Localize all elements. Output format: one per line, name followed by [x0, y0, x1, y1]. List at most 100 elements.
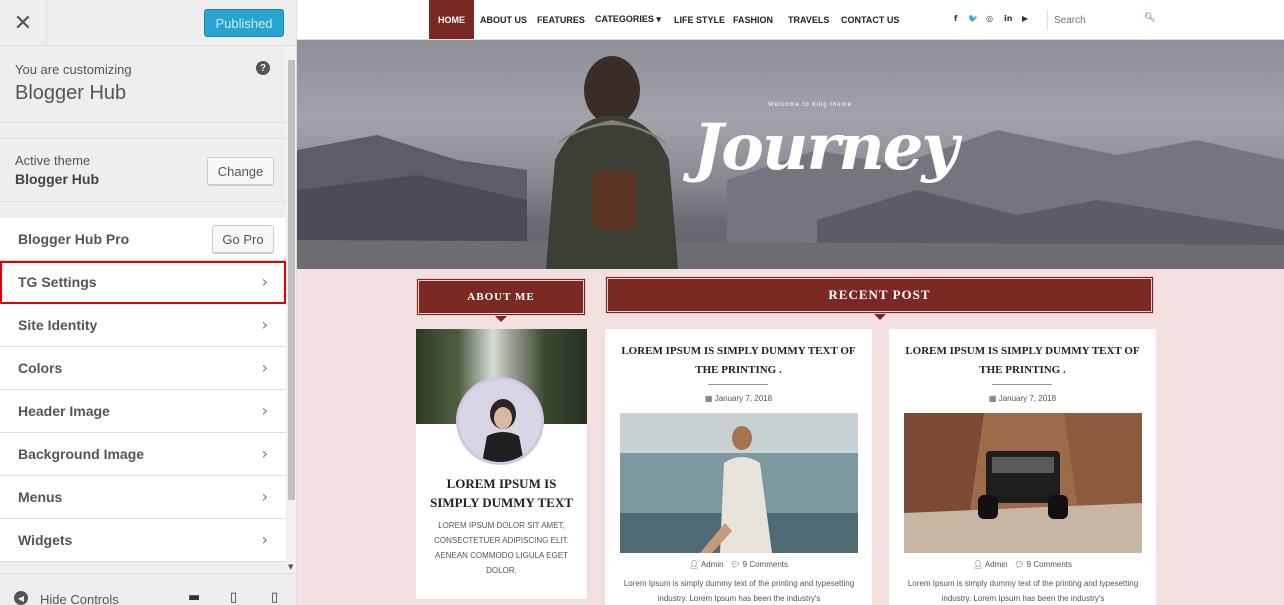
section-header-image[interactable]: Header Image › [0, 390, 286, 433]
facebook-icon[interactable]: f [954, 14, 957, 23]
hero-tagline: Welcome to blog theme [768, 102, 852, 108]
customizer-sections: Blogger Hub Pro Go Pro TG Settings › Sit… [0, 218, 286, 562]
sidebar-scrollbar[interactable]: ▼ [286, 46, 296, 573]
comments-icon: 💬︎ [730, 560, 743, 569]
desktop-preview-icon[interactable]: ▬ [188, 590, 204, 605]
post-comments[interactable]: 9 Comments [1027, 560, 1072, 569]
chevron-right-icon: › [261, 358, 268, 377]
go-pro-button[interactable]: Go Pro [212, 225, 274, 253]
section-label: Colors [18, 360, 63, 376]
twitter-icon[interactable]: 🐦 [968, 14, 978, 23]
nav-about-us[interactable]: ABOUT US [480, 0, 527, 39]
section-site-identity[interactable]: Site Identity › [0, 304, 286, 347]
divider [708, 384, 768, 385]
post-author[interactable]: Admin [701, 560, 724, 569]
post-date: ▦ January 7, 2018 [605, 394, 872, 403]
active-theme-label: Active theme [15, 153, 91, 168]
site-preview: HOME ABOUT US FEATURES CATEGORIES ▾ LIFE… [297, 0, 1284, 605]
section-label: TG Settings [18, 274, 97, 290]
post-meta: 👤︎ Admin 💬︎ 9 Comments [605, 560, 872, 569]
hero-banner: Welcome to blog theme Journey [297, 40, 1284, 269]
sidebar-header: ✕ Published [0, 0, 296, 46]
site-navigation: HOME ABOUT US FEATURES CATEGORIES ▾ LIFE… [297, 0, 1284, 40]
linkedin-icon[interactable]: in [1004, 14, 1012, 23]
nav-fashion[interactable]: FASHION [733, 0, 773, 39]
active-theme-name: Blogger Hub [15, 171, 99, 187]
post-title[interactable]: LOREM IPSUM IS SIMPLY DUMMY TEXT OF THE … [899, 342, 1146, 380]
active-theme-section: Active theme Blogger Hub Change [0, 138, 286, 202]
post-excerpt: Lorem Ipsum is simply dummy text of the … [623, 579, 855, 603]
nav-life-style[interactable]: LIFE STYLE [674, 0, 725, 39]
search-input[interactable] [1054, 12, 1134, 28]
recent-post-heading: RECENT POST [605, 276, 1154, 314]
about-text: LOREM IPSUM DOLOR SIT AMET, CONSECTETUER… [434, 521, 569, 575]
post-date-text: January 7, 2018 [998, 394, 1057, 403]
customizer-sidebar: ✕ Published You are customizing Blogger … [0, 0, 297, 605]
nav-features[interactable]: FEATURES [537, 0, 585, 39]
section-label: Widgets [18, 532, 73, 548]
youtube-icon[interactable]: ▶ [1022, 14, 1028, 23]
post-date: ▦ January 7, 2018 [889, 394, 1156, 403]
mobile-preview-icon[interactable]: ▯ [271, 590, 287, 605]
user-icon: 👤︎ [688, 560, 701, 569]
chevron-right-icon: › [261, 530, 268, 549]
nav-home[interactable]: HOME [429, 0, 474, 39]
search-icon[interactable]: 🔍︎ [1144, 13, 1155, 23]
post-card[interactable]: LOREM IPSUM IS SIMPLY DUMMY TEXT OF THE … [605, 329, 872, 605]
instagram-icon[interactable]: ◎ [986, 14, 993, 23]
help-icon[interactable]: ? [256, 61, 270, 75]
post-title[interactable]: LOREM IPSUM IS SIMPLY DUMMY TEXT OF THE … [615, 342, 862, 380]
post-image-jeep[interactable] [904, 413, 1142, 553]
post-author[interactable]: Admin [985, 560, 1008, 569]
pro-label: Blogger Hub Pro [18, 231, 130, 247]
chevron-right-icon: › [261, 444, 268, 463]
sidebar-footer: ◀ Hide Controls ▬ ▯ ▯ [0, 573, 296, 605]
post-image-beach[interactable] [620, 413, 858, 553]
comments-icon: 💬︎ [1014, 560, 1027, 569]
section-colors[interactable]: Colors › [0, 347, 286, 390]
about-me-card: LOREM IPSUM IS SIMPLY DUMMY TEXT LOREM I… [416, 329, 587, 599]
nav-contact-us[interactable]: CONTACT US [841, 0, 899, 39]
post-meta: 👤︎ Admin 💬︎ 9 Comments [889, 560, 1156, 569]
chevron-right-icon: › [261, 272, 268, 291]
nav-categories[interactable]: CATEGORIES ▾ [595, 0, 661, 39]
close-button[interactable]: ✕ [0, 0, 47, 46]
close-icon: ✕ [13, 10, 33, 36]
section-label: Menus [18, 489, 63, 505]
hide-controls-button[interactable]: Hide Controls [40, 592, 119, 605]
customize-info: You are customizing Blogger Hub ? [0, 46, 286, 123]
section-menus[interactable]: Menus › [0, 476, 286, 519]
post-comments[interactable]: 9 Comments [743, 560, 788, 569]
scrollbar-thumb[interactable] [288, 60, 295, 500]
section-background-image[interactable]: Background Image › [0, 433, 286, 476]
heading-pointer [495, 316, 507, 322]
section-label: Header Image [18, 403, 110, 419]
post-date-text: January 7, 2018 [714, 394, 773, 403]
tablet-preview-icon[interactable]: ▯ [230, 590, 246, 605]
search-box: 🔍︎ [1047, 10, 1157, 30]
hiker-figure [545, 56, 679, 269]
customizing-label: You are customizing [15, 62, 132, 77]
avatar [456, 377, 544, 465]
pro-section: Blogger Hub Pro Go Pro [0, 218, 286, 261]
section-label: Background Image [18, 446, 145, 462]
heading-pointer [874, 314, 886, 320]
publish-button[interactable]: Published [204, 9, 284, 37]
section-tg-settings[interactable]: TG Settings › [0, 261, 286, 304]
divider [992, 384, 1052, 385]
section-widgets[interactable]: Widgets › [0, 519, 286, 562]
about-me-heading: ABOUT ME [416, 278, 586, 316]
chevron-right-icon: › [261, 315, 268, 334]
nav-travels[interactable]: TRAVELS [788, 0, 829, 39]
post-excerpt: Lorem Ipsum is simply dummy text of the … [907, 579, 1139, 603]
scroll-down-arrow-icon[interactable]: ▼ [288, 563, 293, 571]
collapse-arrow-icon[interactable]: ◀ [14, 591, 28, 605]
sidebar-panel: You are customizing Blogger Hub ? Active… [0, 46, 286, 573]
about-title: LOREM IPSUM IS SIMPLY DUMMY TEXT [430, 476, 573, 510]
post-card[interactable]: LOREM IPSUM IS SIMPLY DUMMY TEXT OF THE … [889, 329, 1156, 605]
calendar-icon: ▦ [988, 394, 999, 403]
calendar-icon: ▦ [704, 394, 715, 403]
chevron-right-icon: › [261, 401, 268, 420]
section-label: Site Identity [18, 317, 98, 333]
change-theme-button[interactable]: Change [207, 157, 274, 185]
